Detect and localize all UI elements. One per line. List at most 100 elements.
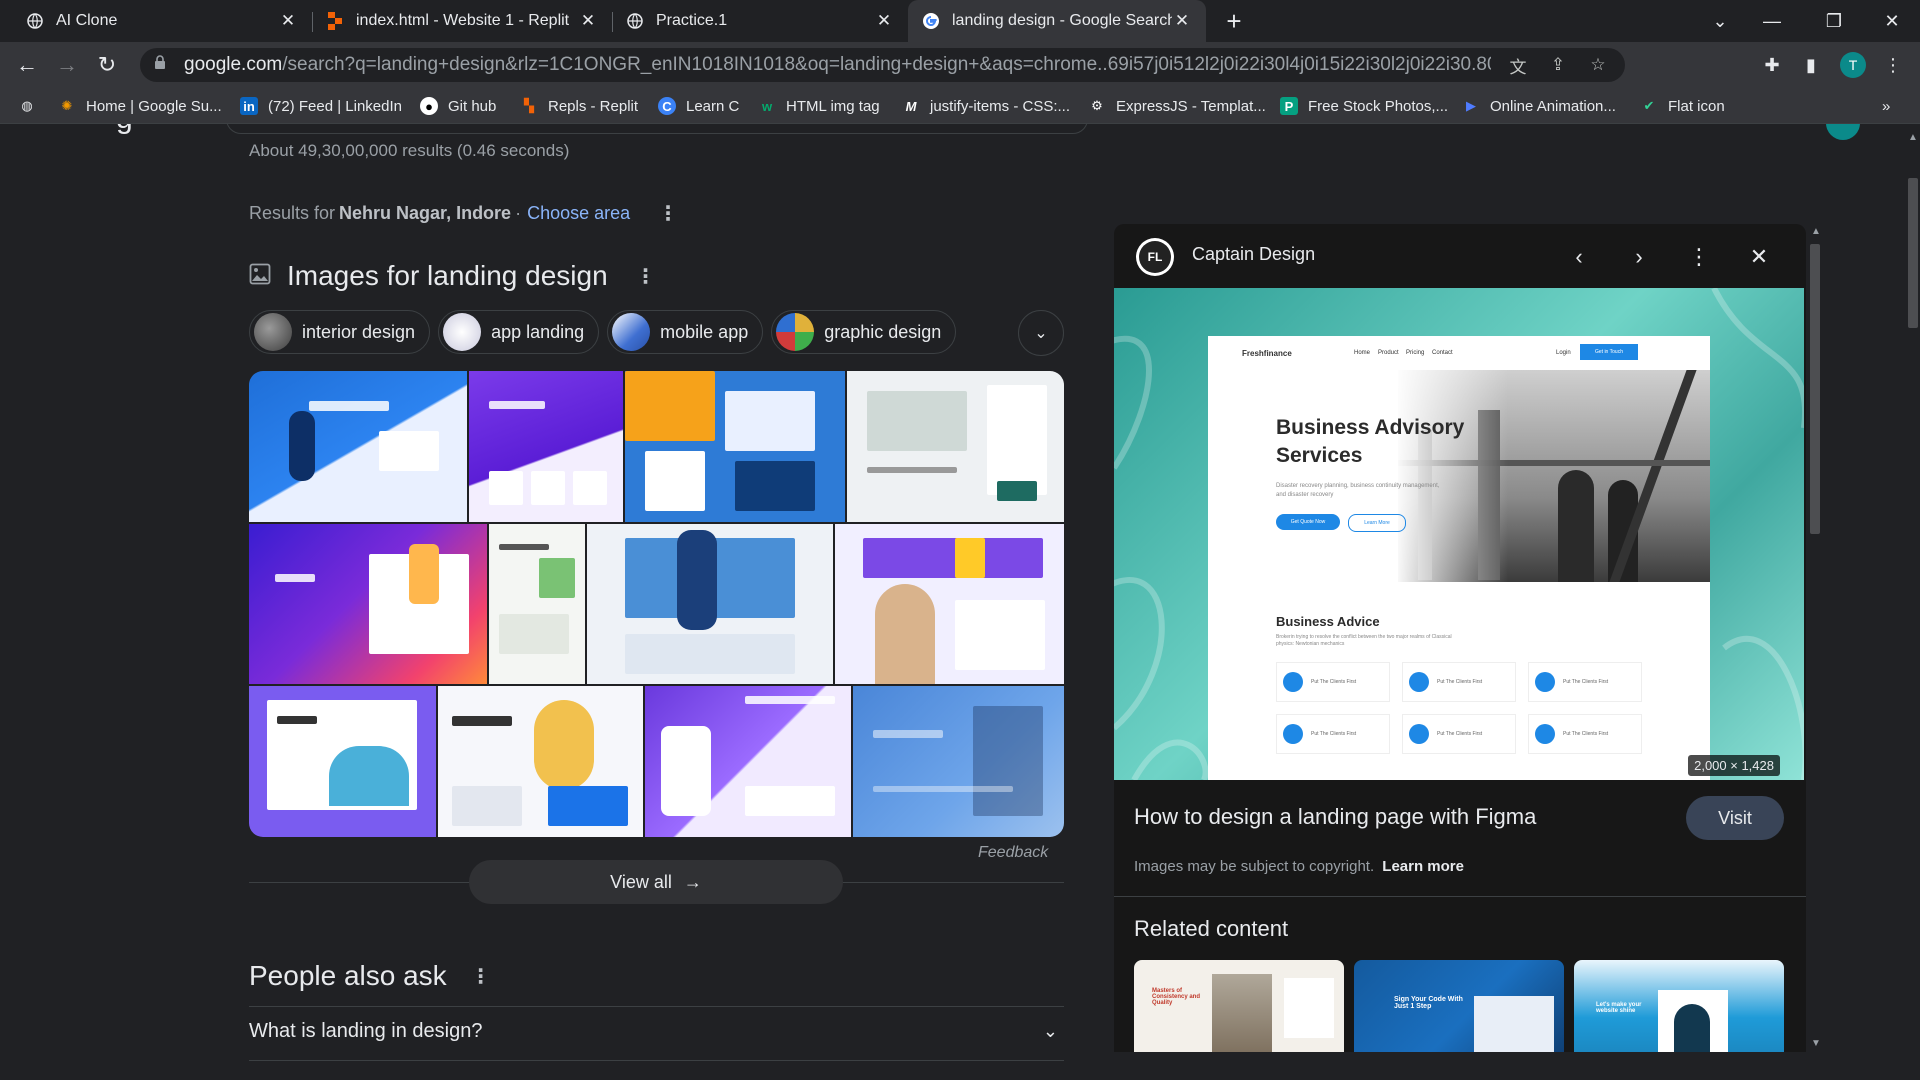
close-icon[interactable]: ✕ — [1744, 242, 1774, 272]
menu-icon[interactable]: ⋮ — [1880, 52, 1906, 78]
tab-search-icon[interactable]: ⌄ — [1700, 6, 1740, 36]
chip-graphic-design[interactable]: graphic design — [771, 310, 957, 354]
more-options-icon[interactable]: ⋮ — [471, 964, 491, 989]
lock-icon[interactable] — [154, 55, 170, 75]
share-icon[interactable]: ⇪ — [1545, 52, 1571, 78]
bookmark-linkedin[interactable]: in (72) Feed | LinkedIn — [240, 88, 402, 124]
scroll-up-icon[interactable]: ▲ — [1811, 226, 1821, 237]
more-options-icon[interactable]: ⋮ — [636, 264, 656, 289]
image-result[interactable] — [847, 371, 1064, 522]
close-icon[interactable]: ✕ — [278, 11, 298, 31]
close-window-icon[interactable]: ✕ — [1872, 6, 1912, 36]
more-bookmarks-icon[interactable]: » — [1882, 88, 1890, 124]
bookmark-flat-icon[interactable]: ✔ Flat icon — [1640, 88, 1725, 124]
source-name[interactable]: Captain Design — [1192, 244, 1315, 265]
bookmark-label: Repls - Replit — [548, 97, 639, 115]
related-thumbnail[interactable]: Masters of Consistency and Quality — [1134, 960, 1344, 1052]
scroll-up-icon[interactable]: ▲ — [1908, 132, 1918, 143]
people-also-ask-title: People also ask — [249, 960, 447, 991]
chevron-left-icon[interactable]: ‹ — [1564, 242, 1594, 272]
reload-icon[interactable]: ↻ — [92, 50, 122, 80]
image-result[interactable] — [438, 686, 643, 837]
image-result[interactable] — [835, 524, 1064, 684]
bookmark-expressjs[interactable]: ⚙ ExpressJS - Templat... — [1088, 88, 1266, 124]
image-result[interactable] — [249, 524, 487, 684]
image-result[interactable] — [853, 686, 1064, 837]
chevron-down-icon[interactable]: ⌄ — [1018, 310, 1064, 356]
bookmark-label: Flat icon — [1668, 97, 1725, 115]
express-icon: ⚙ — [1091, 98, 1103, 113]
image-result[interactable] — [469, 371, 623, 522]
url-text[interactable]: google.com/search?q=landing+design&rlz=1… — [184, 54, 1491, 76]
scrollbar-thumb[interactable] — [1810, 244, 1820, 534]
related-thumbnail[interactable]: Sign Your Code With Just 1 Step — [1354, 960, 1564, 1052]
scroll-down-icon[interactable]: ▼ — [1811, 1038, 1821, 1049]
more-options-icon[interactable]: ⋮ — [658, 201, 678, 226]
tab-google-search[interactable]: landing design - Google Search ✕ — [908, 0, 1206, 42]
bookmark-replit[interactable]: ▚ Repls - Replit — [520, 88, 638, 124]
google-logo[interactable]: g — [116, 124, 133, 136]
chip-interior-design[interactable]: interior design — [249, 310, 431, 354]
image-result[interactable] — [587, 524, 833, 684]
image-result[interactable] — [489, 524, 585, 684]
view-all-button[interactable]: View all → — [469, 860, 843, 904]
side-panel-icon[interactable]: ▮ — [1798, 52, 1824, 78]
panel-scrollbar[interactable]: ▲ ▼ — [1808, 224, 1822, 1052]
images-heading[interactable]: Images for landing design — [287, 260, 608, 292]
bookmark-stock-photos[interactable]: P Free Stock Photos,... — [1280, 88, 1448, 124]
chip-app-landing[interactable]: app landing — [438, 310, 600, 354]
image-result[interactable] — [625, 371, 845, 522]
mockup-section-title: Business Advice — [1276, 614, 1380, 629]
related-thumbnail[interactable]: Let's make your website shine — [1574, 960, 1784, 1052]
extensions-icon[interactable]: ✚ — [1759, 52, 1785, 78]
forward-icon[interactable]: → — [52, 50, 82, 80]
image-result[interactable] — [249, 686, 436, 837]
bookmark-justify-items[interactable]: M justify-items - CSS:... — [902, 88, 1070, 124]
bookmark-learn-c[interactable]: C Learn C — [658, 88, 739, 124]
replit-icon: ▚ — [524, 98, 534, 113]
bookmark-home-google[interactable]: ✺ Home | Google Su... — [58, 88, 222, 124]
page-scrollbar[interactable]: ▲ — [1905, 124, 1920, 1080]
translate-icon[interactable]: 文 — [1505, 52, 1531, 78]
image-result[interactable] — [645, 686, 851, 837]
star-icon[interactable]: ☆ — [1585, 52, 1611, 78]
preview-image[interactable]: Freshfinance Home Product Pricing Contac… — [1114, 288, 1804, 780]
restore-icon[interactable]: ❐ — [1814, 6, 1854, 36]
mockup-nav-item: Contact — [1432, 350, 1453, 356]
bookmark-label: Git hub — [448, 97, 497, 115]
tab-practice[interactable]: Practice.1 ✕ — [612, 0, 908, 42]
search-input[interactable] — [226, 124, 1088, 134]
chevron-right-icon[interactable]: › — [1624, 242, 1654, 272]
new-tab-button[interactable]: + — [1220, 6, 1248, 36]
bookmark-github[interactable]: ● Git hub — [420, 88, 496, 124]
minimize-icon[interactable]: — — [1752, 6, 1792, 36]
feedback-link[interactable]: Feedback — [978, 844, 1048, 862]
paa-question-row[interactable]: What is landing in design? ⌄ — [249, 1020, 1064, 1043]
tab-ai-clone[interactable]: AI Clone ✕ — [12, 0, 312, 42]
bookmark-online-animation[interactable]: ▶ Online Animation... — [1462, 88, 1616, 124]
image-result[interactable] — [249, 371, 467, 522]
bookmark-html-img[interactable]: w HTML img tag — [758, 88, 880, 124]
address-bar[interactable]: google.com/search?q=landing+design&rlz=1… — [140, 48, 1625, 82]
close-icon[interactable]: ✕ — [578, 11, 598, 31]
visit-button[interactable]: Visit — [1686, 796, 1784, 840]
close-icon[interactable]: ✕ — [874, 11, 894, 31]
back-icon[interactable]: ← — [12, 50, 42, 80]
chip-mobile-app[interactable]: mobile app — [607, 310, 764, 354]
source-logo-text: FL — [1139, 241, 1171, 273]
account-avatar[interactable] — [1826, 124, 1860, 140]
tab-label: AI Clone — [56, 12, 118, 29]
more-options-icon[interactable]: ⋮ — [1684, 242, 1714, 272]
profile-avatar[interactable]: T — [1840, 52, 1866, 78]
apps-icon[interactable]: ◍ — [18, 88, 46, 124]
close-icon[interactable]: ✕ — [1172, 11, 1192, 31]
globe-icon — [626, 12, 644, 30]
image-title[interactable]: How to design a landing page with Figma — [1134, 804, 1536, 830]
learn-more-link[interactable]: Learn more — [1382, 858, 1464, 875]
chevron-down-icon: ⌄ — [1042, 1021, 1058, 1041]
scrollbar-thumb[interactable] — [1908, 178, 1918, 328]
choose-area-link[interactable]: Choose area — [527, 203, 630, 224]
tab-replit[interactable]: index.html - Website 1 - Replit ✕ — [312, 0, 612, 42]
source-logo[interactable]: FL — [1136, 238, 1174, 276]
related-caption: Masters of Consistency and Quality — [1152, 988, 1201, 1006]
